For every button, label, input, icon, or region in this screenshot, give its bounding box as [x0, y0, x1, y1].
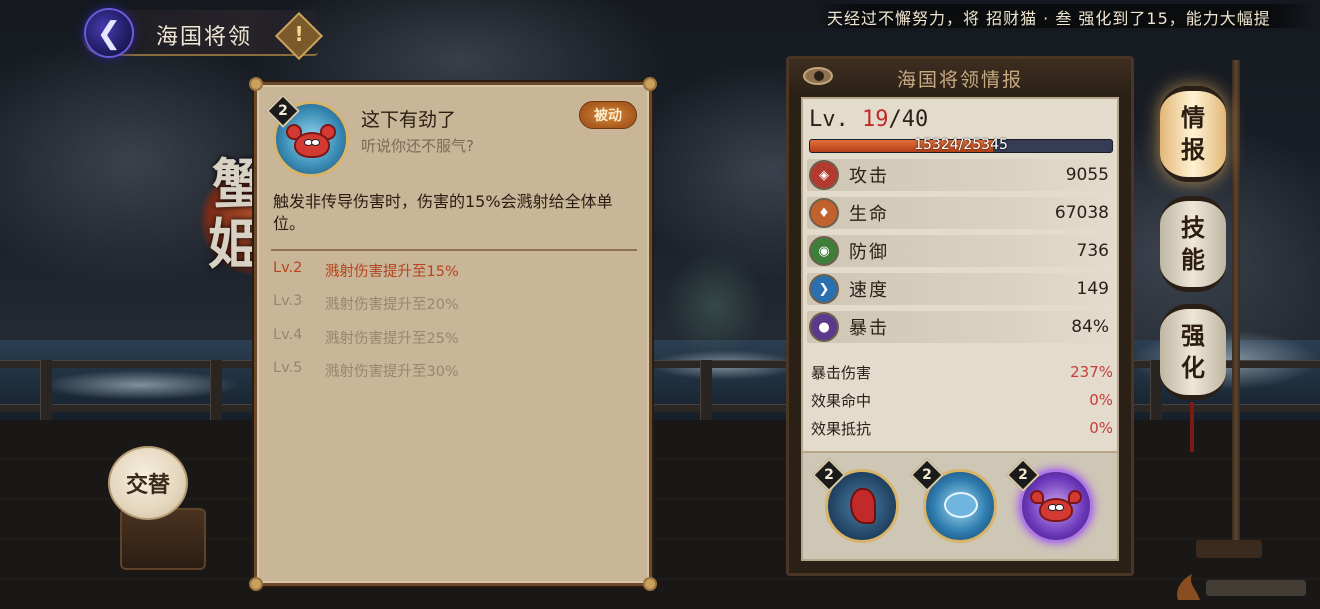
- panel-corner-ornament: [249, 77, 263, 91]
- skill-slot-badge-text: 2: [824, 467, 834, 483]
- skill-level-effect: 溅射伤害提升至20%: [325, 297, 459, 313]
- skill-level-effect: 溅射伤害提升至25%: [325, 331, 459, 347]
- exp-text: 15324/25345: [914, 137, 1008, 153]
- tab-enhance-label-bottom: 化: [1181, 353, 1205, 382]
- stat-value: 67038: [1054, 203, 1109, 223]
- level-max: /40: [888, 107, 929, 132]
- level-prefix: Lv.: [809, 107, 862, 132]
- skill-level-row: Lv.5 溅射伤害提升至30%: [273, 360, 633, 381]
- stat-name: 速度: [849, 280, 889, 301]
- stat-row-crit: ● 暴击 84%: [807, 311, 1115, 343]
- stat-value: 84%: [1071, 317, 1109, 337]
- skill-level-label: Lv.3: [273, 293, 303, 309]
- blue-crab-skill-icon: [944, 492, 978, 518]
- divider: [271, 249, 637, 251]
- skill-level-label: Lv.2: [273, 260, 303, 276]
- skill-slot-bar: 2 2 2: [801, 451, 1119, 561]
- skill-slot-badge-text: 2: [922, 467, 932, 483]
- panel-corner-ornament: [643, 77, 657, 91]
- sub-stat-row: 暴击伤害 237%: [811, 359, 1113, 385]
- sub-stat-name: 效果命中: [811, 391, 872, 410]
- passive-tag: 被动: [579, 101, 637, 129]
- health-card-icon: ♦: [809, 198, 839, 228]
- defense-mask-icon: ◉: [809, 236, 839, 266]
- stats-area: Lv. 19/40 15324/25345 ◈ 攻击 9055 ♦ 生命 670…: [801, 97, 1119, 497]
- sub-stat-value: 0%: [1089, 419, 1113, 437]
- stat-value: 149: [1076, 279, 1109, 299]
- info-panel-title: 海国将领情报: [896, 69, 1023, 91]
- tab-info-label-bottom: 报: [1181, 135, 1205, 164]
- tab-enhance-label-top: 强: [1181, 321, 1205, 350]
- level-label: Lv. 19/40: [809, 107, 928, 132]
- stat-name: 暴击: [849, 318, 889, 339]
- tab-info-label-top: 情: [1181, 103, 1205, 132]
- red-claw-skill-icon: [850, 488, 876, 524]
- skill-level-row: Lv.2 溅射伤害提升至15%: [273, 260, 633, 281]
- skill-level-effect: 溅射伤害提升至15%: [325, 264, 459, 280]
- swap-button-label: 交替: [125, 472, 170, 498]
- tab-skills[interactable]: 技 能: [1160, 196, 1226, 292]
- stat-row-attack: ◈ 攻击 9055: [807, 159, 1115, 191]
- page-title: 海国将领: [156, 25, 253, 50]
- general-info-panel: 海国将领情报 Lv. 19/40 15324/25345 ◈ 攻击 9055 ♦…: [786, 56, 1134, 576]
- skill-level-effect: 溅射伤害提升至30%: [325, 364, 459, 380]
- lantern-tassel: [1190, 402, 1194, 452]
- tab-enhance[interactable]: 强 化: [1160, 304, 1226, 400]
- sub-stat-value: 237%: [1070, 363, 1113, 381]
- panel-corner-ornament: [249, 577, 263, 591]
- tab-skills-label-top: 技: [1181, 213, 1205, 242]
- sub-stat-row: 效果命中 0%: [811, 387, 1113, 413]
- lantern-pole: [1232, 60, 1240, 550]
- marquee-text: 天经过不懈努力，将 招财猫 · 叁 强化到了15，能力大幅提: [827, 9, 1271, 28]
- stat-row-speed: ❯ 速度 149: [807, 273, 1115, 305]
- skill-detail-panel: 2 这下有劲了 听说你还不服气? 被动 触发非传导伤害时，伤害的15%会溅射给全…: [249, 77, 657, 591]
- skill-level-label: Lv.4: [273, 327, 303, 343]
- stat-name: 生命: [849, 204, 889, 225]
- skill-description: 触发非传导伤害时，伤害的15%会溅射给全体单位。: [273, 192, 613, 233]
- announcement-marquee: 天经过不懈努力，将 招财猫 · 叁 强化到了15，能力大幅提: [815, 4, 1315, 28]
- sub-stat-value: 0%: [1089, 391, 1113, 409]
- ghost-figure: [665, 250, 765, 360]
- skill-level-label: Lv.5: [273, 360, 303, 376]
- sub-stat-name: 暴击伤害: [811, 363, 872, 382]
- stat-value: 736: [1076, 241, 1109, 261]
- skill-level-row: Lv.3 溅射伤害提升至20%: [273, 293, 633, 314]
- stat-row-defense: ◉ 防御 736: [807, 235, 1115, 267]
- panel-corner-ornament: [643, 577, 657, 591]
- tab-skills-label-bottom: 能: [1181, 245, 1205, 274]
- skill-name: 这下有劲了: [361, 109, 457, 131]
- tab-info[interactable]: 情 报: [1160, 86, 1226, 182]
- lantern-pole-base: [1196, 540, 1262, 558]
- sub-stat-name: 效果抵抗: [811, 419, 872, 438]
- swap-button[interactable]: 交替: [108, 446, 188, 520]
- speed-chevron-icon: ❯: [809, 274, 839, 304]
- exclamation-icon[interactable]: !: [282, 17, 316, 51]
- stat-value: 9055: [1065, 165, 1109, 185]
- crit-card-icon: ●: [809, 312, 839, 342]
- level-current: 19: [861, 107, 889, 132]
- skill-subtitle: 听说你还不服气?: [361, 137, 474, 155]
- stat-row-health: ♦ 生命 67038: [807, 197, 1115, 229]
- stat-name: 攻击: [849, 166, 889, 187]
- back-button[interactable]: ❮: [84, 8, 134, 58]
- chevron-left-icon: ❮: [96, 15, 122, 51]
- skill-level-badge-text: 2: [278, 103, 288, 119]
- sub-stat-row: 效果抵抗 0%: [811, 415, 1113, 441]
- skill-level-row: Lv.4 溅射伤害提升至25%: [273, 327, 633, 348]
- stat-name: 防御: [849, 242, 889, 263]
- attack-fan-icon: ◈: [809, 160, 839, 190]
- skill-slot-badge-text: 2: [1018, 467, 1028, 483]
- watermark-logo: [1170, 570, 1320, 606]
